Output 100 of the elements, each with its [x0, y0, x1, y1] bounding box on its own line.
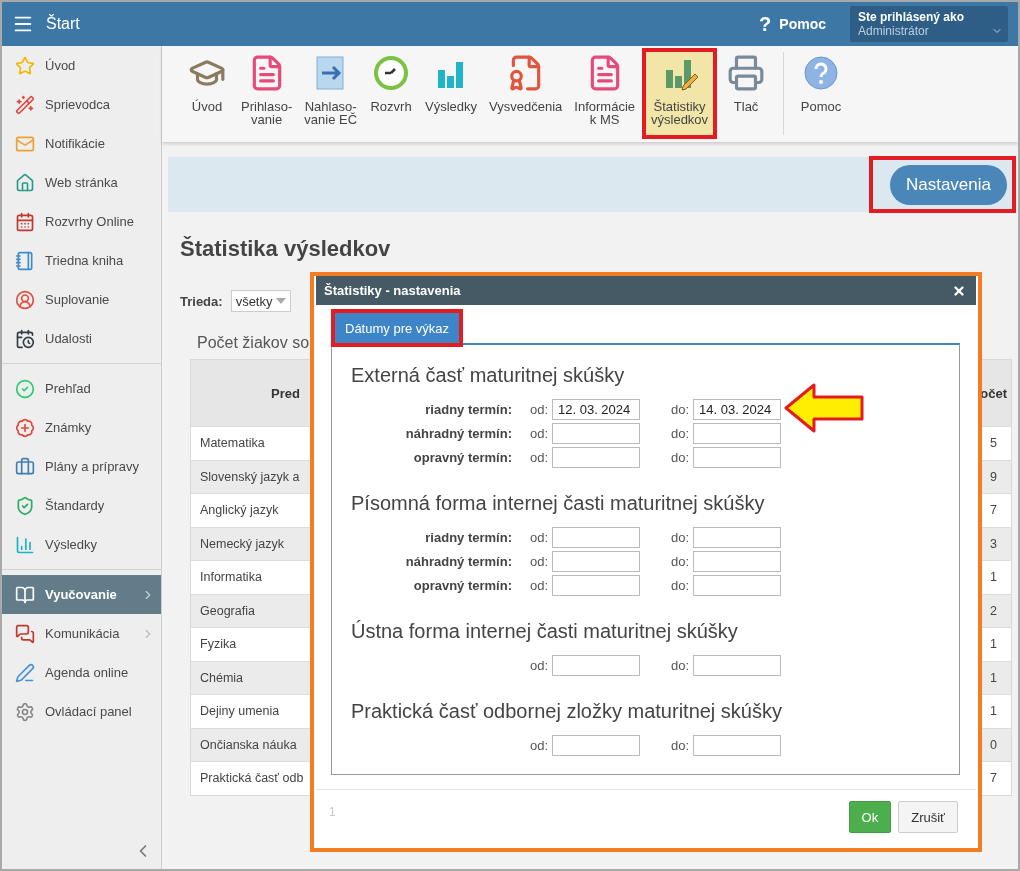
field-label: od:: [528, 425, 548, 441]
date-field[interactable]: [693, 734, 781, 756]
tab[interactable]: Dátumy pre výkaz: [335, 313, 460, 343]
toolbar-button[interactable]: Vysvedčenia: [484, 48, 568, 139]
table-cell-text: Praktická časť odb: [199, 770, 304, 788]
sidebar-item[interactable]: Agenda online: [2, 653, 161, 692]
table-cell-text: 7: [990, 770, 998, 788]
briefcase-icon: [15, 456, 35, 477]
field-label: náhradný termín:: [404, 425, 512, 441]
table-cell-text: Informatika: [199, 569, 262, 587]
field-label: opravný termín:: [412, 449, 512, 465]
sidebar-item[interactable]: Sprievodca: [2, 85, 161, 124]
field-label: riadny termín:: [424, 529, 512, 545]
toolbar-button[interactable]: Rozvrh: [364, 48, 419, 139]
date-field[interactable]: [552, 574, 640, 596]
table-cell-text: 1: [990, 669, 998, 687]
section-title: Externá časť maturitnej skúšky: [351, 363, 626, 388]
sidebar-item[interactable]: Ovládací panel: [2, 692, 161, 731]
field-label: od:: [528, 577, 548, 593]
table-cell-text: Fyzika: [199, 636, 237, 654]
toolbar-button[interactable]: Prihlaso- vanie: [236, 48, 298, 139]
table-cell-text: 1: [990, 569, 998, 587]
field-label: do:: [669, 401, 689, 417]
star-icon: [15, 55, 35, 76]
sidebar-item[interactable]: Triedna kniha: [2, 241, 161, 280]
sidebar-item[interactable]: Rozvrhy Online: [2, 202, 161, 241]
field-label: do:: [669, 577, 689, 593]
class-select[interactable]: všetky: [230, 290, 292, 312]
sidebar-item[interactable]: Vyučovanie: [2, 575, 161, 614]
toolbar-button[interactable]: Pomoc: [794, 48, 849, 139]
date-field[interactable]: [552, 422, 640, 444]
sidebar-item[interactable]: Známky: [2, 408, 161, 447]
field-label: do:: [669, 529, 689, 545]
notebook-icon: [15, 250, 35, 271]
field-label: do:: [669, 737, 689, 753]
field-label: do:: [669, 657, 689, 673]
table-cell-text: 3: [990, 535, 998, 553]
date-field[interactable]: [693, 446, 781, 468]
field-label: od:: [528, 529, 548, 545]
dialog-title: Štatistiky - nastavenia: [324, 283, 462, 298]
field-label: od:: [528, 737, 548, 753]
toolbar-button[interactable]: Tlač: [719, 48, 774, 139]
table-cell-text: 5: [990, 435, 998, 453]
field-label: od:: [528, 553, 548, 569]
settings-icon: [15, 701, 35, 722]
table-cell-text: 9: [990, 468, 998, 486]
table-cell-text: Chémia: [199, 669, 244, 687]
close-icon[interactable]: [952, 283, 966, 298]
table-cell-text: 1: [990, 703, 998, 721]
calendar-icon: [15, 328, 35, 349]
sidebar-item[interactable]: Plány a prípravy: [2, 447, 161, 486]
table-cell-text: Matematika: [199, 435, 265, 453]
table-cell-text: Dejiny umenia: [199, 703, 280, 721]
date-field[interactable]: 12. 03. 2024: [552, 398, 640, 420]
toolbar-button[interactable]: Štatistiky výsledkov: [642, 48, 718, 139]
check-icon: [15, 378, 35, 399]
help-link[interactable]: ? Pomoc: [759, 12, 826, 36]
date-field[interactable]: [693, 654, 781, 676]
sidebar-item[interactable]: Výsledky: [2, 525, 161, 564]
section-title: Písomná forma internej časti maturitnej skúšky: [351, 491, 766, 516]
date-field[interactable]: [693, 550, 781, 572]
date-field[interactable]: [552, 550, 640, 572]
table-cell-text: 7: [990, 502, 998, 520]
clock-icon: [372, 54, 411, 92]
date-field[interactable]: [552, 526, 640, 548]
toolbar-button[interactable]: Výsledky: [420, 48, 483, 139]
sidebar-item[interactable]: Prehľad: [2, 369, 161, 408]
sidebar-item[interactable]: Komunikácia: [2, 614, 161, 653]
filter-label: Trieda:: [180, 293, 223, 309]
date-field[interactable]: [552, 446, 640, 468]
date-field[interactable]: 14. 03. 2024: [693, 398, 781, 420]
settings-button[interactable]: Nastavenia: [889, 165, 1007, 205]
column-header: očet: [980, 384, 1008, 403]
table-cell-text: Ončianska náuka: [199, 736, 297, 754]
date-field[interactable]: [693, 422, 781, 444]
date-field[interactable]: [693, 526, 781, 548]
user-menu[interactable]: Ste prihlásený ako Administrátor: [850, 6, 1008, 42]
toolbar-button[interactable]: Úvod: [180, 48, 234, 139]
sidebar-item[interactable]: Suplovanie: [2, 280, 161, 319]
bar-chart-icon: [15, 534, 35, 555]
date-field[interactable]: [693, 574, 781, 596]
grade-icon: [15, 417, 35, 438]
caret-icon: [276, 298, 287, 304]
table-cell-text: Slovenský jazyk a: [199, 468, 300, 486]
printer-icon: [727, 54, 766, 92]
date-field[interactable]: [552, 654, 640, 676]
sidebar-item[interactable]: Udalosti: [2, 319, 161, 358]
toolbar-button[interactable]: Informácie k MS: [569, 48, 640, 139]
sidebar-item[interactable]: Štandardy: [2, 486, 161, 525]
table-cell-text: Anglický jazyk: [199, 502, 279, 520]
cancel-button[interactable]: Zrušiť: [898, 801, 958, 833]
field-label: do:: [669, 553, 689, 569]
pen-icon: [15, 662, 35, 683]
toolbar-button[interactable]: Nahlaso- vanie EČ: [299, 48, 363, 139]
sidebar-item[interactable]: Notifikácie: [2, 124, 161, 163]
section-title: Ústna forma internej časti maturitnej skúšky: [351, 619, 739, 644]
date-field[interactable]: [552, 734, 640, 756]
sidebar-item[interactable]: Web stránka: [2, 163, 161, 202]
section-title: Praktická časť odbornej zložky maturitnej skúšky: [351, 699, 783, 724]
sidebar-item[interactable]: Úvod: [2, 46, 161, 85]
